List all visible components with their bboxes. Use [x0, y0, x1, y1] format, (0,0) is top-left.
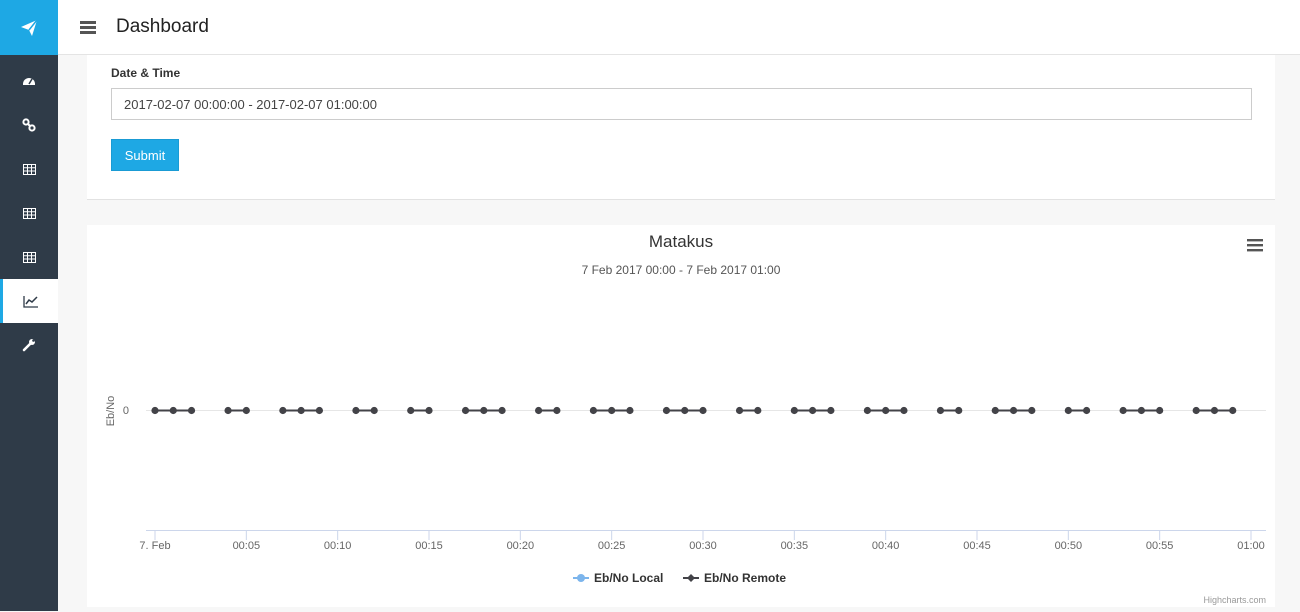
x-tick-label: 01:00	[1237, 540, 1265, 552]
menu-toggle-icon[interactable]	[80, 20, 96, 34]
x-tick-label: 7. Feb	[139, 540, 170, 552]
data-point[interactable]	[936, 406, 945, 415]
sidebar-item-table-2[interactable]	[0, 191, 58, 235]
data-point[interactable]	[297, 406, 305, 415]
data-point[interactable]	[1229, 406, 1237, 415]
data-point[interactable]	[882, 406, 890, 415]
x-tick-label: 00:15	[415, 540, 443, 552]
series-eb-no-remote	[151, 406, 1237, 415]
chart-credits[interactable]: Highcharts.com	[1203, 595, 1266, 605]
logo[interactable]	[0, 0, 58, 55]
data-point[interactable]	[224, 406, 232, 415]
data-point[interactable]	[809, 406, 817, 415]
line-chart: Matakus 7 Feb 2017 00:00 - 7 Feb 2017 01…	[105, 232, 1266, 605]
paper-plane-icon	[21, 19, 38, 36]
data-point[interactable]	[1009, 406, 1018, 415]
data-point[interactable]	[1192, 406, 1200, 415]
data-point[interactable]	[279, 406, 287, 415]
y-axis-title: Eb/No	[105, 396, 117, 427]
x-tick-label: 00:25	[598, 540, 626, 552]
sidebar-item-table-1[interactable]	[0, 147, 58, 191]
sidebar	[0, 0, 58, 611]
data-point[interactable]	[754, 406, 762, 415]
data-point[interactable]	[589, 406, 597, 415]
date-time-label: Date & Time	[111, 66, 181, 80]
chart-title: Matakus	[649, 232, 713, 251]
chart-container: Matakus 7 Feb 2017 00:00 - 7 Feb 2017 01…	[87, 225, 1275, 607]
x-tick-label: 00:45	[963, 540, 991, 552]
data-point[interactable]	[553, 406, 561, 415]
data-point[interactable]	[1083, 406, 1091, 415]
table-icon	[22, 163, 36, 175]
x-axis: 7. Feb 00:05 00:10 00:15 00:20 00:25 00:30 00:3…	[139, 530, 1265, 552]
data-point[interactable]	[187, 406, 196, 415]
data-point[interactable]	[1064, 406, 1072, 415]
table-icon	[22, 207, 36, 219]
data-point[interactable]	[863, 406, 872, 415]
chart-subtitle: 7 Feb 2017 00:00 - 7 Feb 2017 01:00	[582, 263, 781, 277]
y-tick-label: 0	[123, 405, 129, 417]
table-icon	[22, 251, 36, 263]
x-tick-label: 00:40	[872, 540, 900, 552]
data-point[interactable]	[315, 406, 323, 415]
legend-item-local[interactable]: Eb/No Local	[573, 571, 663, 585]
data-point[interactable]	[535, 406, 543, 415]
data-point[interactable]	[790, 406, 798, 415]
data-point[interactable]	[242, 406, 250, 415]
x-tick-label: 00:50	[1055, 540, 1083, 552]
data-point[interactable]	[662, 406, 671, 415]
data-point[interactable]	[991, 406, 999, 415]
data-point[interactable]	[1156, 406, 1164, 415]
x-tick-label: 00:35	[781, 540, 809, 552]
sidebar-item-table-3[interactable]	[0, 235, 58, 279]
data-point[interactable]	[352, 406, 360, 415]
x-tick-label: 00:05	[233, 540, 261, 552]
date-range-input[interactable]	[111, 88, 1252, 120]
legend-label-local: Eb/No Local	[594, 571, 663, 585]
sidebar-item-links[interactable]	[0, 103, 58, 147]
x-tick-label: 00:30	[689, 540, 717, 552]
data-point[interactable]	[169, 406, 177, 415]
data-point[interactable]	[407, 406, 415, 415]
data-point[interactable]	[461, 406, 470, 415]
data-point[interactable]	[425, 406, 433, 415]
dashboard-icon	[23, 78, 35, 85]
submit-button[interactable]: Submit	[111, 139, 179, 171]
page-title: Dashboard	[116, 16, 209, 37]
sidebar-item-charts[interactable]	[0, 279, 58, 323]
x-tick-label: 00:10	[324, 540, 352, 552]
x-tick-label: 00:20	[507, 540, 535, 552]
data-point[interactable]	[1210, 406, 1219, 415]
filter-form: Date & Time Submit	[87, 55, 1275, 200]
sidebar-item-dashboard[interactable]	[0, 59, 58, 103]
data-point[interactable]	[900, 406, 908, 415]
sidebar-item-settings[interactable]	[0, 323, 58, 367]
chart-context-menu-icon[interactable]	[1247, 239, 1263, 252]
x-tick-label: 00:55	[1146, 540, 1174, 552]
link-icon	[22, 118, 36, 132]
data-point[interactable]	[608, 406, 616, 415]
legend-label-remote: Eb/No Remote	[704, 571, 786, 585]
line-chart-icon	[22, 295, 38, 308]
data-point[interactable]	[955, 406, 963, 415]
legend-item-remote[interactable]: Eb/No Remote	[683, 571, 786, 585]
data-point[interactable]	[1028, 406, 1036, 415]
data-point[interactable]	[626, 406, 634, 415]
data-point[interactable]	[480, 406, 488, 415]
data-point[interactable]	[699, 406, 707, 415]
data-point[interactable]	[498, 406, 506, 415]
data-point[interactable]	[370, 406, 378, 415]
data-point[interactable]	[1137, 406, 1145, 415]
data-point[interactable]	[735, 406, 744, 415]
data-point[interactable]	[1119, 406, 1127, 415]
wrench-icon	[22, 339, 35, 352]
data-point[interactable]	[681, 406, 689, 415]
data-point[interactable]	[151, 406, 159, 415]
data-point[interactable]	[827, 406, 835, 415]
legend: Eb/No Local Eb/No Remote	[573, 571, 786, 585]
top-bar: Dashboard	[58, 0, 1300, 55]
